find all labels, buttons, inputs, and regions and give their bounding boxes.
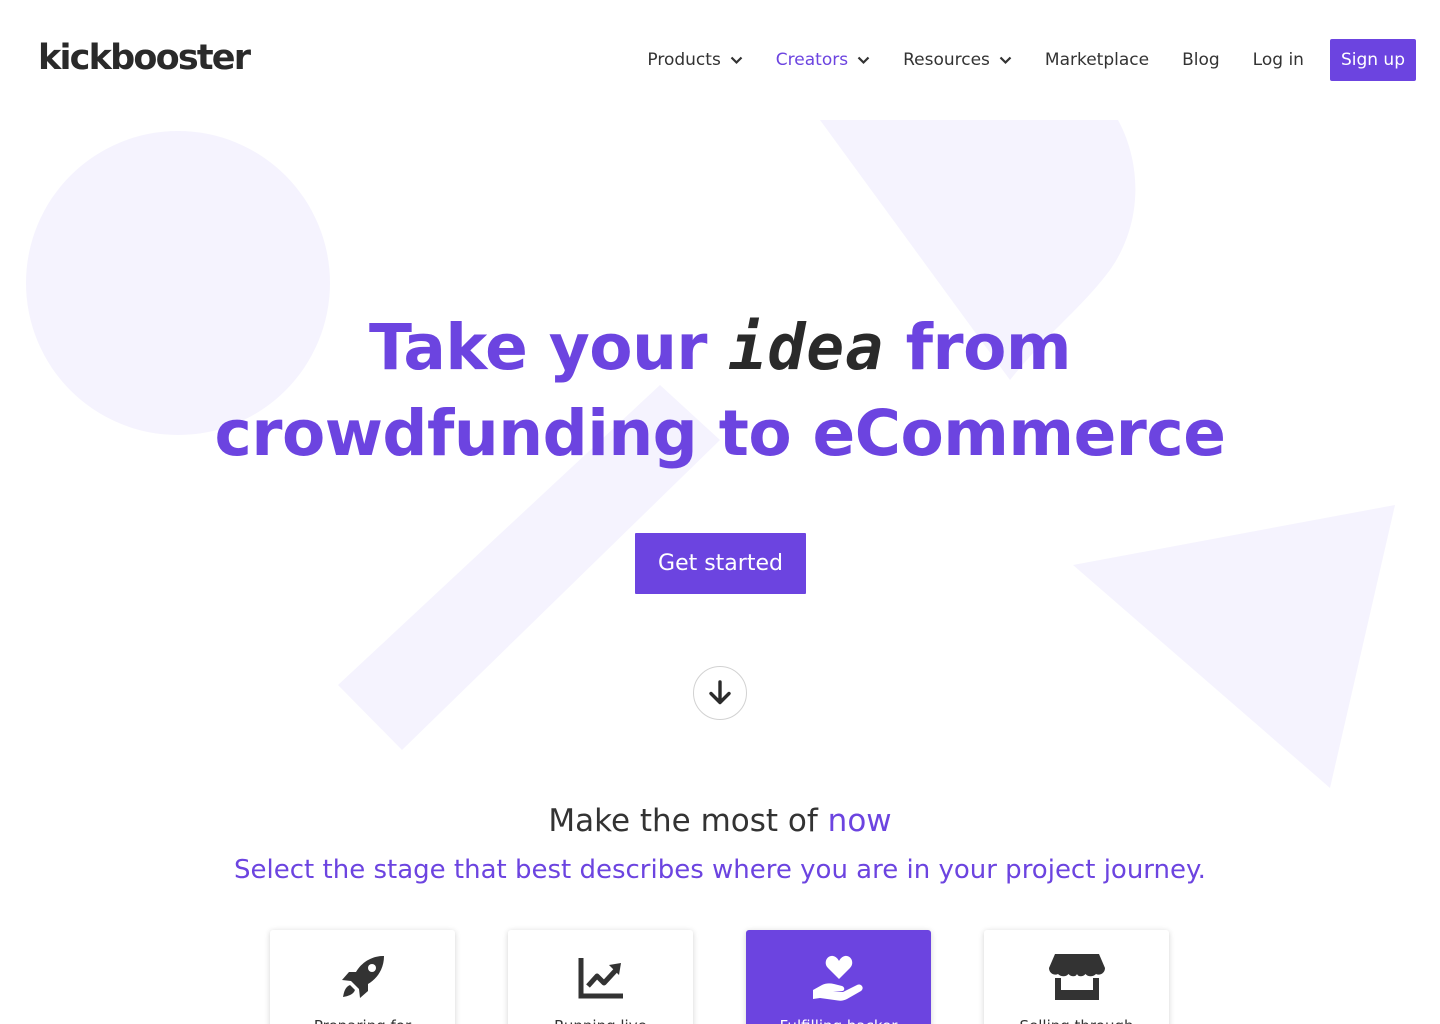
stage-section-subtitle: Select the stage that best describes whe… [234, 855, 1206, 885]
nav-products[interactable]: Products [647, 50, 743, 70]
hero: Take your idea from crowdfunding to eCom… [0, 305, 1440, 477]
chart-line-icon [578, 958, 623, 999]
stage-card-label: Fulfilling backer [780, 1016, 898, 1024]
hand-heart-icon [812, 955, 863, 1001]
stage-card-running[interactable]: Running live [508, 930, 693, 1024]
nav-blog[interactable]: Blog [1182, 50, 1220, 70]
signup-button[interactable]: Sign up [1329, 39, 1416, 81]
stage-section-title: Make the most of now [0, 803, 1440, 839]
hero-heading-line2: crowdfunding to eCommerce [214, 397, 1226, 470]
chevron-down-icon [730, 56, 743, 64]
stage-cards: Preparing for Running live Fulfilling ba… [270, 930, 1222, 1024]
hero-heading-part2: from [884, 311, 1072, 384]
nav-creators-label: Creators [775, 50, 849, 70]
scroll-down-button[interactable] [693, 666, 747, 720]
stage-card-preparing[interactable]: Preparing for [270, 930, 455, 1024]
stage-title-text: Make the most of [548, 803, 828, 839]
get-started-button[interactable]: Get started [635, 533, 806, 594]
arrow-down-icon [709, 680, 731, 705]
hero-heading-highlight: idea [728, 311, 885, 384]
hero-heading-part1: Take your [369, 311, 729, 384]
kickbooster-logo[interactable]: kickbooster [38, 38, 251, 78]
hero-heading: Take your idea from crowdfunding to eCom… [0, 305, 1440, 477]
main-nav: Products Creators Resources Marketplace … [614, 39, 1416, 81]
nav-resources-label: Resources [903, 50, 990, 70]
storefront-icon [1048, 954, 1105, 1000]
nav-resources[interactable]: Resources [903, 50, 1012, 70]
chevron-down-icon [999, 56, 1012, 64]
nav-products-label: Products [647, 50, 721, 70]
rocket-icon [341, 956, 384, 998]
site-header: kickbooster Products Creators Resources … [0, 0, 1440, 120]
nav-login[interactable]: Log in [1253, 50, 1304, 70]
nav-marketplace[interactable]: Marketplace [1045, 50, 1149, 70]
stage-card-fulfilling[interactable]: Fulfilling backer [746, 930, 931, 1024]
stage-card-selling[interactable]: Selling through [984, 930, 1169, 1024]
stage-title-accent: now [827, 803, 892, 839]
stage-card-label: Preparing for [314, 1016, 411, 1024]
chevron-down-icon [857, 56, 870, 64]
stage-card-label: Running live [554, 1016, 647, 1024]
nav-creators[interactable]: Creators [776, 50, 870, 70]
stage-card-label: Selling through [1020, 1016, 1134, 1024]
